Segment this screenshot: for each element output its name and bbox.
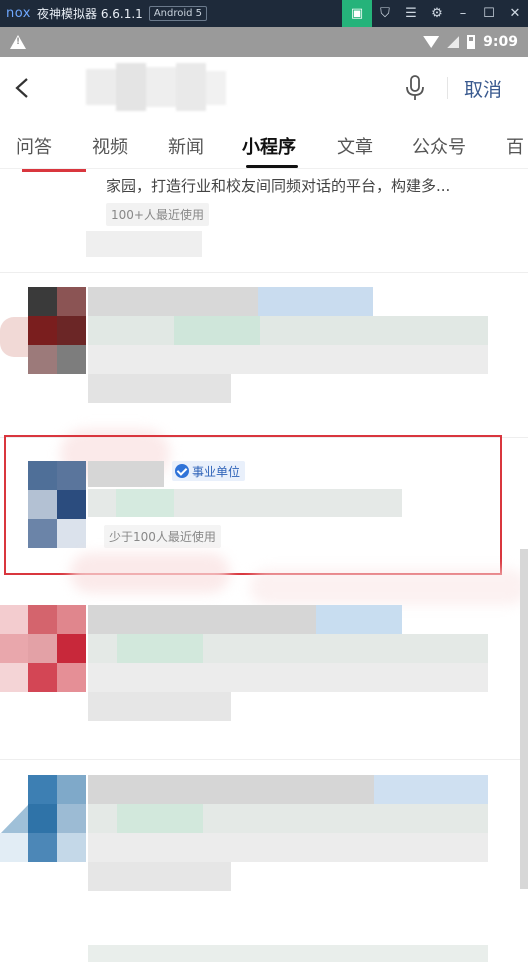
tab-news[interactable]: 新闻 xyxy=(168,133,204,159)
emulator-title-bar: nox 夜神模拟器 6.6.1.1 Android 5 ▣ ⛉ ☰ ⚙ – ☐ … xyxy=(0,0,528,27)
android-version-badge: Android 5 xyxy=(148,6,208,21)
active-tab-indicator xyxy=(246,165,298,168)
tab-qa[interactable]: 问答 xyxy=(16,133,52,159)
verified-badge: 事业单位 xyxy=(172,461,246,481)
header-divider xyxy=(447,77,448,99)
tab-official-account[interactable]: 公众号 xyxy=(412,133,466,159)
store-icon[interactable]: ▣ xyxy=(342,0,372,27)
blur-smear xyxy=(250,569,528,605)
results-scrollbar[interactable] xyxy=(520,549,528,889)
android-status-bar: 9:09 xyxy=(0,27,528,57)
battery-icon xyxy=(467,35,476,49)
search-results-list[interactable]: 家园，打造行业和校友间同频对话的平台，构建多... 100+人最近使用 事业单位… xyxy=(0,169,528,962)
tab-mini-program[interactable]: 小程序 xyxy=(242,133,296,159)
signal-icon xyxy=(447,36,460,48)
maximize-icon[interactable]: ☐ xyxy=(476,0,502,27)
blur-smear xyxy=(70,553,230,593)
tab-video[interactable]: 视频 xyxy=(92,133,128,159)
status-time: 9:09 xyxy=(483,34,518,50)
nox-logo: nox xyxy=(6,6,31,21)
minimize-icon[interactable]: – xyxy=(450,0,476,27)
verified-check-icon xyxy=(175,464,189,478)
shirt-icon[interactable]: ⛉ xyxy=(372,0,398,27)
search-header: 取消 xyxy=(0,57,528,119)
wifi-icon xyxy=(423,36,440,48)
warning-icon xyxy=(10,35,26,49)
search-category-tabs: 问答 视频 新闻 小程序 文章 公众号 百 xyxy=(0,119,528,169)
menu-icon[interactable]: ☰ xyxy=(398,0,424,27)
result-1-description: 家园，打造行业和校友间同频对话的平台，构建多... xyxy=(106,177,451,195)
microphone-icon[interactable] xyxy=(404,75,426,101)
tab-more[interactable]: 百 xyxy=(506,133,524,159)
result-1-usage: 100+人最近使用 xyxy=(106,203,209,226)
status-indicators: 9:09 xyxy=(423,27,518,57)
cancel-button[interactable]: 取消 xyxy=(464,75,502,102)
back-arrow-icon[interactable] xyxy=(12,77,34,99)
result-separator xyxy=(0,272,528,273)
emulator-window-controls: ▣ ⛉ ☰ ⚙ – ☐ ✕ xyxy=(342,0,528,27)
result-separator xyxy=(0,759,528,760)
gear-icon[interactable]: ⚙ xyxy=(424,0,450,27)
result-3-usage: 少于100人最近使用 xyxy=(104,525,221,548)
verified-badge-label: 事业单位 xyxy=(192,464,241,479)
emulator-title: 夜神模拟器 6.6.1.1 xyxy=(37,7,143,21)
tab-article[interactable]: 文章 xyxy=(337,133,373,159)
blurred-search-query xyxy=(86,63,226,111)
close-icon[interactable]: ✕ xyxy=(502,0,528,27)
